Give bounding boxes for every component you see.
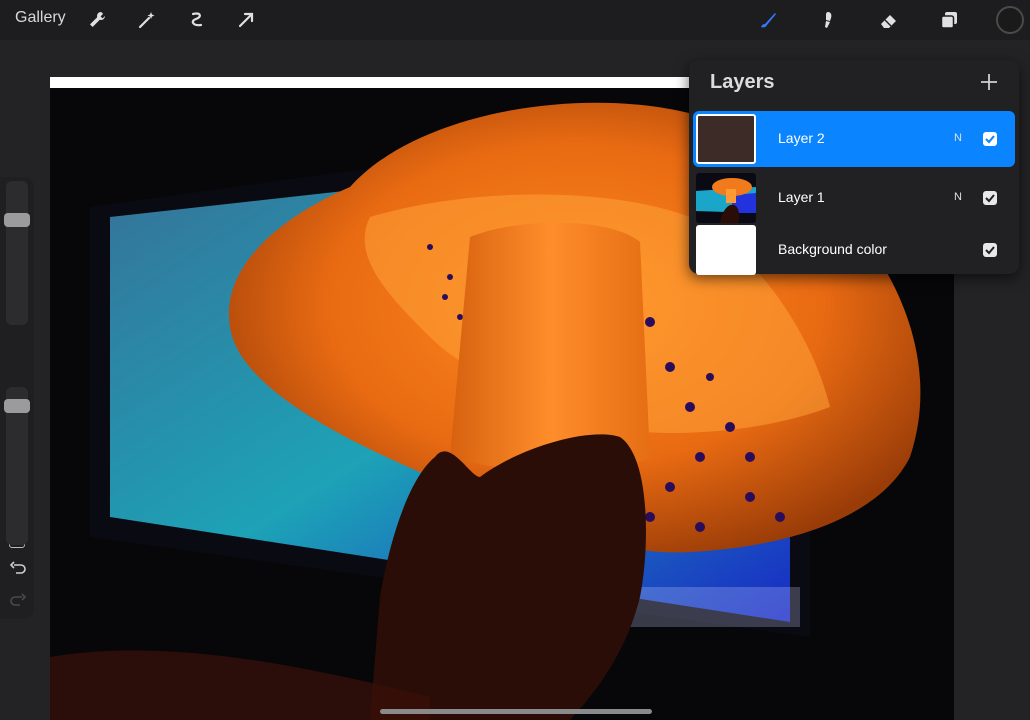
home-indicator[interactable] <box>380 709 652 714</box>
layer-row-layer-1[interactable]: Layer 1 N <box>693 170 1015 226</box>
visibility-checkbox[interactable] <box>983 132 997 146</box>
visibility-checkbox[interactable] <box>983 191 997 205</box>
blend-mode-button[interactable]: N <box>954 132 962 144</box>
blend-mode-button[interactable]: N <box>954 191 962 203</box>
redo-icon[interactable] <box>9 591 27 609</box>
gallery-button[interactable]: Gallery <box>15 9 66 27</box>
layer-thumbnail <box>696 225 756 275</box>
left-sidebar <box>0 177 34 619</box>
opacity-slider[interactable] <box>4 387 30 545</box>
layers-panel-title: Layers <box>710 71 775 93</box>
layer-thumbnail <box>696 173 756 223</box>
brush-size-thumb[interactable] <box>4 213 30 227</box>
smudge-icon[interactable] <box>815 7 841 33</box>
transform-arrow-icon[interactable] <box>233 7 259 33</box>
layer-row-background-color[interactable]: Background color <box>693 222 1015 278</box>
layer-name: Layer 1 <box>778 189 825 205</box>
opacity-thumb[interactable] <box>4 399 30 413</box>
top-toolbar: Gallery <box>0 0 1030 40</box>
wrench-icon[interactable] <box>84 7 110 33</box>
color-swatch[interactable] <box>996 6 1024 34</box>
layers-panel: Layers Layer 2 N Layer 1 N Background co… <box>689 60 1019 275</box>
canvas-selection-bar <box>50 77 690 88</box>
magic-wand-icon[interactable] <box>134 7 160 33</box>
selection-icon[interactable] <box>184 7 210 33</box>
eraser-icon[interactable] <box>876 7 902 33</box>
layer-row-layer-2[interactable]: Layer 2 N <box>693 111 1015 167</box>
brush-size-slider[interactable] <box>4 181 30 325</box>
undo-icon[interactable] <box>9 559 27 577</box>
layer-name: Layer 2 <box>778 130 825 146</box>
visibility-checkbox[interactable] <box>983 243 997 257</box>
brush-icon[interactable] <box>755 7 781 33</box>
layer-thumbnail <box>696 114 756 164</box>
layer-name: Background color <box>778 241 887 257</box>
plus-icon[interactable] <box>977 70 1001 94</box>
layers-icon[interactable] <box>936 7 962 33</box>
